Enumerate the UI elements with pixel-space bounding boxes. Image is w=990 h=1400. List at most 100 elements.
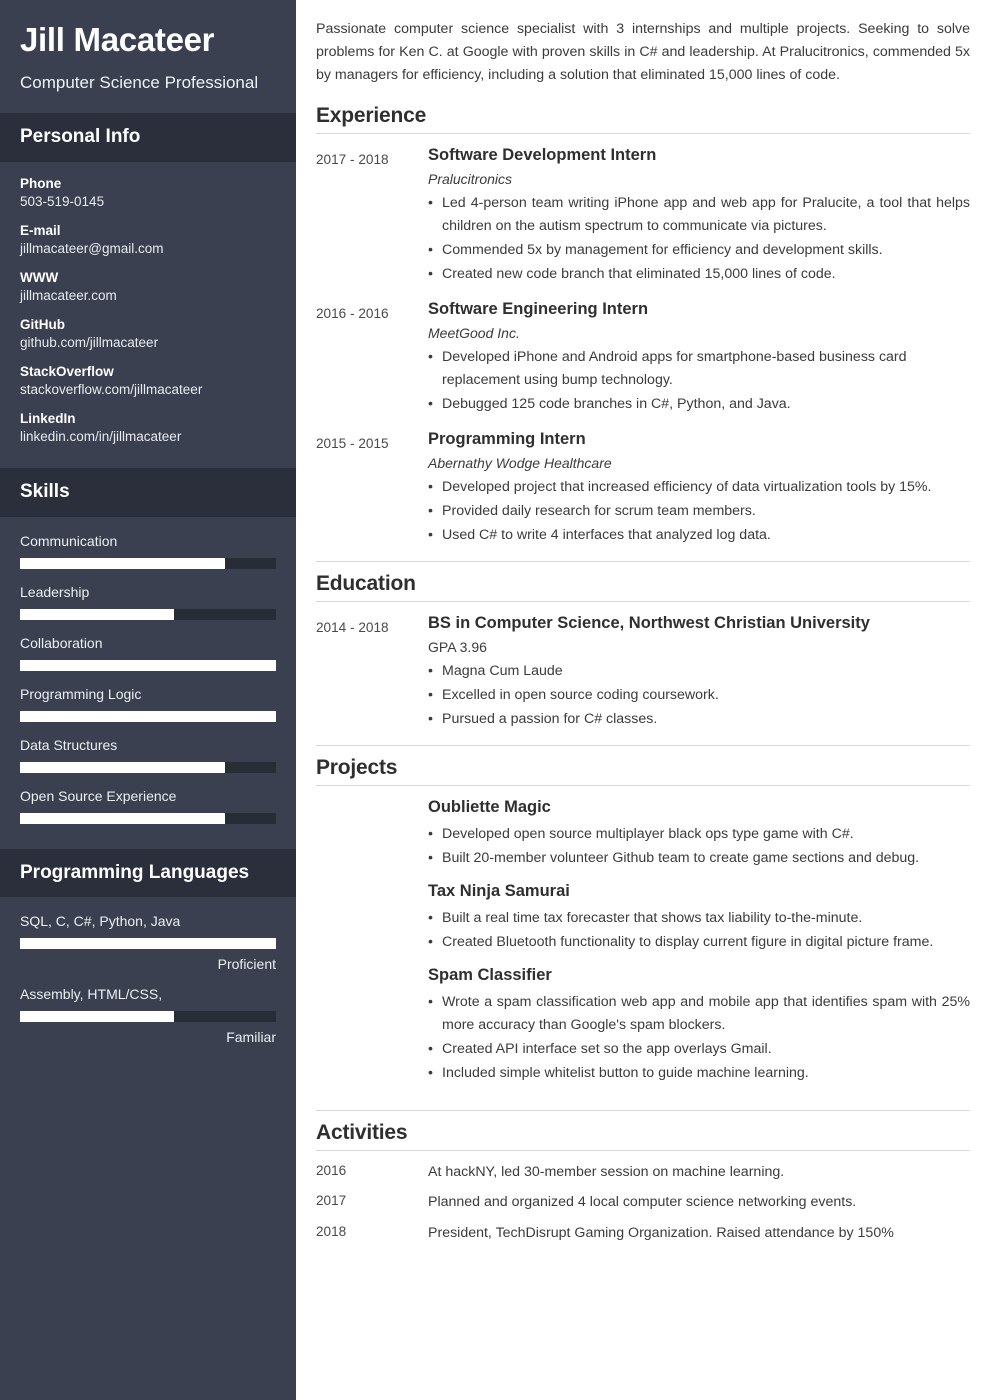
info-value: jillmacateer.com [20,287,117,303]
bullet-item: Provided daily research for scrum team m… [428,500,970,523]
list-item: LinkedIn linkedin.com/in/jillmacateer [20,411,276,444]
resume-page: Jill Macateer Computer Science Professio… [0,0,990,1400]
info-label: GitHub [20,316,65,332]
skill-progress-fill [20,761,225,773]
activity-text: At hackNY, led 30-member session on mach… [428,1164,785,1180]
entry-date: 2014 - 2018 [316,620,389,635]
list-item: StackOverflow stackoverflow.com/jillmaca… [20,364,276,397]
divider [316,785,970,786]
bullet-item: Wrote a spam classification web app and … [428,991,970,1037]
list-item: Programming Logic [20,686,276,722]
entry-date-spacer [316,798,428,1097]
bullet-item: Led 4-person team writing iPhone app and… [428,192,970,238]
entry-company: Abernathy Wodge Healthcare [428,455,612,471]
skill-label: Programming Logic [20,685,142,702]
language-progress-fill [20,1011,174,1023]
activity-year: 2016 [316,1163,347,1178]
activity-text: President, TechDisrupt Gaming Organizati… [428,1224,894,1241]
project-title: Oubliette Magic [428,798,551,816]
skill-progress-bar [20,659,276,671]
entry-title: Software Engineering Intern [428,300,649,318]
entry-body: BS in Computer Science, Northwest Christ… [428,614,970,732]
list-item: Leadership [20,584,276,620]
list-item: E-mail jillmacateer@gmail.com [20,223,276,256]
bullet-item: Pursued a passion for C# classes. [428,708,970,731]
language-progress-bar [20,1011,276,1023]
section-header-personal-info: Personal Info [0,113,296,162]
skill-progress-bar [20,761,276,773]
bullet-item: Built 20-member volunteer Github team to… [428,847,970,870]
entry-title: Programming Intern [428,430,586,448]
project-bullets: Developed open source multiplayer black … [428,823,970,870]
info-value: github.com/jillmacateer [20,334,159,350]
programming-languages-heading: Programming Languages [20,861,250,883]
entry-gpa: GPA 3.96 [428,639,487,655]
bullet-item: Created Bluetooth functionality to displ… [428,931,970,954]
skill-progress-bar [20,557,276,569]
entry-body: Software Development Intern Pralucitroni… [428,146,970,287]
divider [316,561,970,562]
skill-progress-bar [20,710,276,722]
projects-body: Oubliette Magic Developed open source mu… [428,798,970,1097]
info-value: 503-519-0145 [20,193,105,209]
project-entry: Oubliette Magic Developed open source mu… [316,798,970,1097]
skill-progress-bar [20,608,276,620]
skills-heading: Skills [20,480,70,502]
project-title: Tax Ninja Samurai [428,882,570,900]
experience-entry: 2015 - 2015 Programming Intern Abernathy… [316,430,970,548]
entry-date: 2017 - 2018 [316,152,389,167]
bullet-item: Created new code branch that eliminated … [428,263,970,286]
education-heading: Education [316,572,416,595]
project-item: Spam Classifier Wrote a spam classificat… [428,966,970,1085]
skill-label: Open Source Experience [20,787,177,804]
entry-bullets: Developed project that increased efficie… [428,476,970,547]
divider [316,601,970,602]
bullet-item: Developed project that increased efficie… [428,476,970,499]
main-content: Passionate computer science specialist w… [296,0,990,1400]
personal-info-list: Phone 503-519-0145 E-mail jillmacateer@g… [0,162,296,468]
candidate-name: Jill Macateer [20,21,215,58]
skill-label: Data Structures [20,736,118,753]
info-label: E-mail [20,222,61,238]
sidebar-header: Jill Macateer Computer Science Professio… [0,0,296,113]
entry-title: Software Development Intern [428,146,657,164]
info-value: stackoverflow.com/jillmacateer [20,381,203,397]
activity-text: Planned and organized 4 local computer s… [428,1194,857,1211]
list-item: Collaboration [20,635,276,671]
activity-year: 2017 [316,1193,347,1209]
project-bullets: Wrote a spam classification web app and … [428,991,970,1085]
bullet-item: Created API interface set so the app ove… [428,1038,970,1061]
list-item: WWW jillmacateer.com [20,270,276,303]
section-projects: Projects Oubliette Magic Developed open … [316,745,970,1097]
entry-bullets: Developed iPhone and Android apps for sm… [428,346,970,416]
personal-info-heading: Personal Info [20,126,141,148]
project-title: Spam Classifier [428,966,552,984]
sidebar-spacer [0,1069,296,1400]
skill-progress-fill [20,608,174,620]
bullet-item: Developed open source multiplayer black … [428,823,970,846]
info-label: LinkedIn [20,410,76,426]
entry-bullets: Magna Cum Laude Excelled in open source … [428,660,970,731]
skill-label: Leadership [20,583,90,600]
bullet-item: Excelled in open source coding coursewor… [428,684,970,707]
skill-progress-fill [20,659,276,671]
bullet-item: Built a real time tax forecaster that sh… [428,907,970,930]
projects-heading: Projects [316,756,398,779]
list-item: Assembly, HTML/CSS, Familiar [20,986,276,1045]
activity-year: 2018 [316,1223,347,1239]
entry-company: MeetGood Inc. [428,325,520,341]
language-rating: Familiar [226,1029,276,1046]
bullet-item: Included simple whitelist button to guid… [428,1062,970,1085]
entry-title: BS in Computer Science, Northwest Christ… [428,614,870,632]
sidebar: Jill Macateer Computer Science Professio… [0,0,296,1400]
entry-date: 2015 - 2015 [316,436,389,451]
divider [316,133,970,134]
language-label: Assembly, HTML/CSS, [20,986,163,1003]
summary-paragraph: Passionate computer science specialist w… [316,21,970,83]
info-label: Phone [20,175,62,191]
skill-label: Collaboration [20,634,103,651]
language-label: SQL, C, C#, Python, Java [20,913,181,930]
skill-label: Communication [20,532,118,549]
project-item: Tax Ninja Samurai Built a real time tax … [428,882,970,954]
section-experience: Experience 2017 - 2018 Software Developm… [316,104,970,548]
